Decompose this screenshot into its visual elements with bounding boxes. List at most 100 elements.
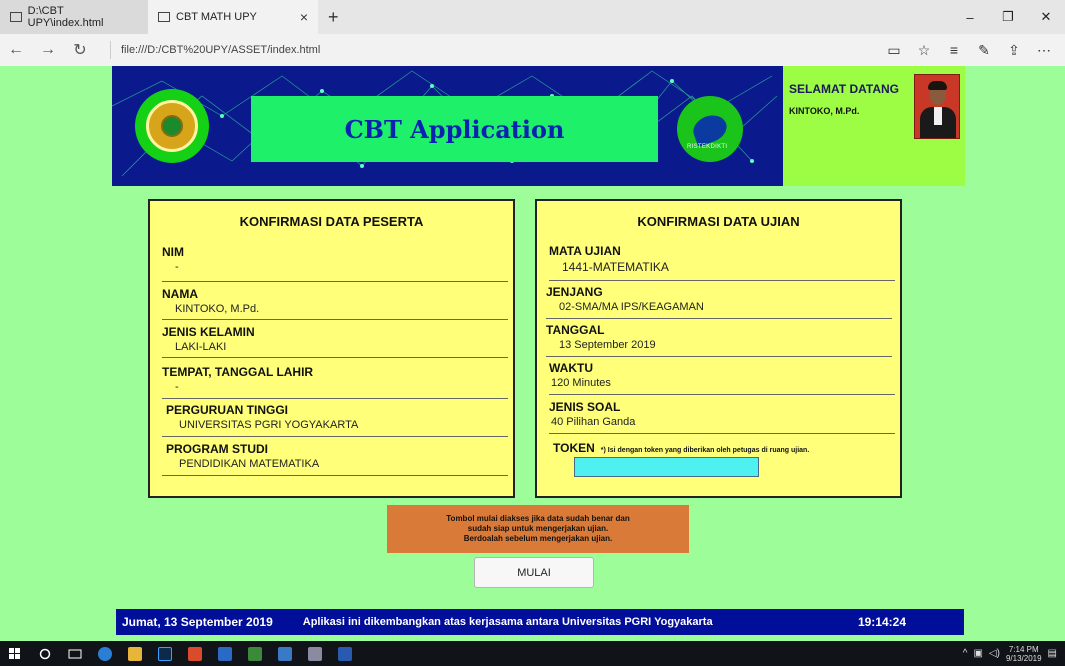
edge-icon[interactable] xyxy=(90,641,120,666)
field-value: 1441-MATEMATIKA xyxy=(562,260,669,274)
notice-line-2: sudah siap untuk mengerjakan ujian. xyxy=(467,524,609,533)
field-label: NAMA xyxy=(162,287,198,301)
url-field[interactable]: file:///D:/CBT%20UPY/ASSET/index.html xyxy=(110,41,881,59)
footer-message: Aplikasi ini dikembangkan atas kerjasama… xyxy=(302,616,713,628)
participant-panel-title: KONFIRMASI DATA PESERTA xyxy=(239,214,424,229)
window-controls: – ❐ ✕ xyxy=(951,0,1065,34)
favorite-star-icon[interactable]: ☆ xyxy=(911,37,937,63)
start-notice: Tombol mulai diakses jika data sudah ben… xyxy=(387,505,689,553)
notification-icon[interactable]: ▤ xyxy=(1048,648,1057,659)
windows-taskbar: ^ ▣ ◁) 7:14 PM 9/13/2019 ▤ xyxy=(0,641,1065,666)
taskbar-time: 7:14 PM xyxy=(1008,644,1039,654)
notice-line-3: Berdoalah sebelum mengerjakan ujian. xyxy=(463,534,613,543)
volume-icon[interactable]: ◁) xyxy=(989,648,1000,659)
app-icon[interactable] xyxy=(180,641,210,666)
field-label: MATA UJIAN xyxy=(549,244,621,258)
token-input[interactable] xyxy=(574,457,759,477)
field-value: - xyxy=(175,381,179,393)
search-icon[interactable] xyxy=(30,641,60,666)
photoshop-icon[interactable] xyxy=(150,641,180,666)
field-nama: NAMA KINTOKO, M.Pd. xyxy=(162,287,508,320)
footer-bar: Jumat, 13 September 2019 Aplikasi ini di… xyxy=(116,609,964,635)
field-perguruan-tinggi: PERGURUAN TINGGI UNIVERSITAS PGRI YOGYAK… xyxy=(162,403,508,437)
tab-label: D:\CBT UPY\index.html xyxy=(27,5,104,29)
welcome-heading: SELAMAT DATANG xyxy=(789,82,899,96)
exam-panel-title: KONFIRMASI DATA UJIAN xyxy=(637,214,800,229)
field-jenis-soal: JENIS SOAL 40 Pilihan Ganda xyxy=(549,400,895,434)
back-icon[interactable]: ← xyxy=(0,34,32,66)
forward-icon[interactable]: → xyxy=(32,34,64,66)
field-value: LAKI-LAKI xyxy=(175,341,227,353)
web-note-icon[interactable]: ✎ xyxy=(971,37,997,63)
system-tray: ^ ▣ ◁) 7:14 PM 9/13/2019 ▤ xyxy=(963,645,1065,663)
field-label: TEMPAT, TANGGAL LAHIR xyxy=(162,365,314,379)
page-icon xyxy=(10,12,22,22)
field-label: NIM xyxy=(162,245,184,259)
field-value: PENDIDIKAN MATEMATIKA xyxy=(179,458,320,470)
field-value: 02-SMA/MA IPS/KEAGAMAN xyxy=(559,301,704,313)
windows-start-icon[interactable] xyxy=(0,641,30,666)
close-window-button[interactable]: ✕ xyxy=(1027,0,1065,34)
field-mata-ujian: MATA UJIAN 1441-MATEMATIKA xyxy=(549,244,895,281)
participant-confirmation-panel: KONFIRMASI DATA PESERTA NIM - NAMA KINTO… xyxy=(148,199,515,498)
browser-tab-index[interactable]: D:\CBT UPY\index.html xyxy=(0,0,148,34)
footer-date: Jumat, 13 September 2019 xyxy=(122,615,273,629)
university-logo-icon xyxy=(135,89,209,163)
header-banner: CBT Application RISTEKDIKTI xyxy=(112,66,783,186)
address-bar: ← → ↻ file:///D:/CBT%20UPY/ASSET/index.h… xyxy=(0,34,1065,66)
chevron-up-icon[interactable]: ^ xyxy=(963,648,968,659)
browser-tools: ▭ ☆ ≡ ✎ ⇪ ⋯ xyxy=(881,37,1057,63)
share-icon[interactable]: ⇪ xyxy=(1001,37,1027,63)
field-tempat-tanggal-lahir: TEMPAT, TANGGAL LAHIR - xyxy=(162,365,508,399)
app-icon[interactable] xyxy=(300,641,330,666)
field-label: JENJANG xyxy=(546,285,603,299)
minimize-button[interactable]: – xyxy=(951,0,989,34)
taskbar-clock[interactable]: 7:14 PM 9/13/2019 xyxy=(1006,645,1042,663)
field-value: 120 Minutes xyxy=(551,377,611,389)
new-tab-button[interactable]: + xyxy=(318,0,349,34)
token-label: TOKEN xyxy=(553,441,595,455)
field-label: JENIS KELAMIN xyxy=(162,325,255,339)
field-program-studi: PROGRAM STUDI PENDIDIKAN MATEMATIKA xyxy=(162,442,508,476)
app-icon[interactable] xyxy=(270,641,300,666)
ristekdikti-logo-text: RISTEKDIKTI xyxy=(687,144,728,150)
footer-clock: 19:14:24 xyxy=(857,615,906,629)
more-icon[interactable]: ⋯ xyxy=(1031,37,1057,63)
field-value: - xyxy=(175,261,179,273)
field-label: TANGGAL xyxy=(546,323,605,337)
token-row: TOKEN *) Isi dengan token yang diberikan… xyxy=(553,441,809,455)
user-photo xyxy=(914,74,960,139)
word-icon[interactable] xyxy=(330,641,360,666)
app-title-box: CBT Application xyxy=(251,96,658,162)
start-button[interactable]: MULAI xyxy=(474,557,594,588)
restore-button[interactable]: ❐ xyxy=(989,0,1027,34)
close-tab-icon[interactable]: × xyxy=(300,9,308,25)
field-value: 13 September 2019 xyxy=(559,339,656,351)
field-value: UNIVERSITAS PGRI YOGYAKARTA xyxy=(179,419,359,431)
notice-line-1: Tombol mulai diakses jika data sudah ben… xyxy=(446,514,630,523)
field-jenis-kelamin: JENIS KELAMIN LAKI-LAKI xyxy=(162,325,508,358)
field-label: PERGURUAN TINGGI xyxy=(166,403,289,417)
field-waktu: WAKTU 120 Minutes xyxy=(549,361,895,395)
browser-tab-cbt-math[interactable]: CBT MATH UPY × xyxy=(148,0,318,34)
media-player-icon[interactable] xyxy=(210,641,240,666)
token-note: *) Isi dengan token yang diberikan oleh … xyxy=(600,447,810,454)
user-name: KINTOKO, M.Pd. xyxy=(789,106,860,116)
exam-confirmation-panel: KONFIRMASI DATA UJIAN MATA UJIAN 1441-MA… xyxy=(535,199,902,498)
field-value: 40 Pilihan Ganda xyxy=(551,416,636,428)
file-explorer-icon[interactable] xyxy=(120,641,150,666)
field-value: KINTOKO, M.Pd. xyxy=(175,303,260,315)
field-label: JENIS SOAL xyxy=(549,400,621,414)
reading-view-icon[interactable]: ▭ xyxy=(881,37,907,63)
hub-icon[interactable]: ≡ xyxy=(941,37,967,63)
field-label: PROGRAM STUDI xyxy=(166,442,268,456)
refresh-icon[interactable]: ↻ xyxy=(64,34,96,66)
network-icon[interactable]: ▣ xyxy=(973,648,982,659)
taskbar-date: 9/13/2019 xyxy=(1005,653,1042,663)
browser-tab-bar: D:\CBT UPY\index.html CBT MATH UPY × + –… xyxy=(0,0,1065,34)
app-title: CBT Application xyxy=(344,114,565,144)
tab-label: CBT MATH UPY xyxy=(176,11,257,23)
field-jenjang: JENJANG 02-SMA/MA IPS/KEAGAMAN xyxy=(546,285,892,319)
app-icon[interactable] xyxy=(240,641,270,666)
task-view-icon[interactable] xyxy=(60,641,90,666)
